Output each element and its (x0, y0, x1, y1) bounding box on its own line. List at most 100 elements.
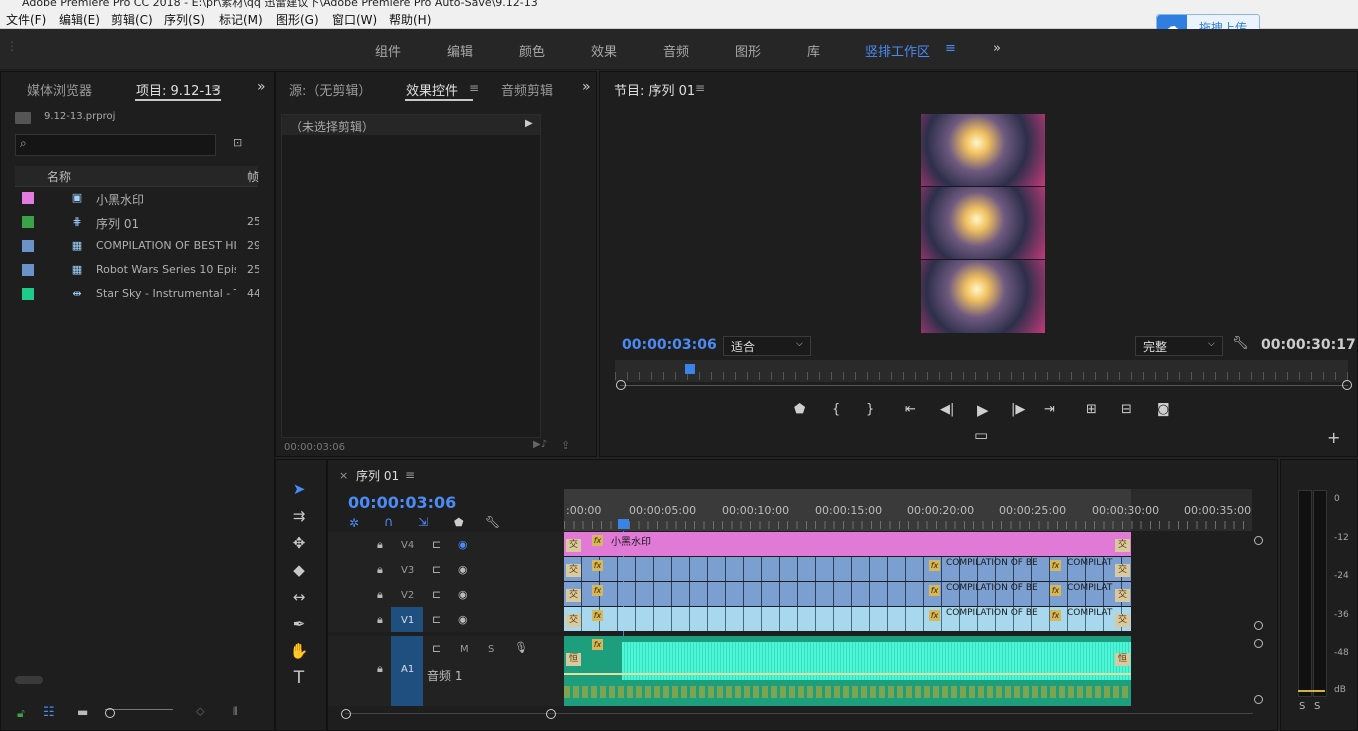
add-button-icon[interactable]: + (1327, 428, 1340, 447)
playhead[interactable] (618, 519, 629, 529)
list-item[interactable]: ⇹ Star Sky - Instrumental - Two 44 (15, 282, 259, 306)
zoom-slider-handle[interactable] (105, 708, 115, 718)
transition[interactable]: 交 (566, 614, 581, 627)
track-v3-clips[interactable]: fx fx COMPILATION OF BES fx COMPILAT 交 交 (564, 557, 1131, 581)
panel-menu-icon[interactable]: ≡ (469, 81, 479, 95)
hand-tool-icon[interactable]: ✋ (288, 640, 310, 662)
workspace-assembly[interactable]: 组件 (375, 41, 401, 60)
zoom-handle-right[interactable] (546, 709, 556, 719)
list-item[interactable]: ▦ COMPILATION OF BEST HIT 29 (15, 234, 259, 258)
volume-line[interactable] (564, 673, 1131, 675)
column-frame-rate[interactable]: 帧 (247, 168, 259, 185)
icon-view-icon[interactable]: ▬ (77, 705, 88, 719)
transition[interactable]: 交 (566, 564, 581, 577)
razor-tool-icon[interactable]: ◆ (288, 559, 310, 581)
solo-button[interactable]: S (488, 644, 494, 655)
audio-transition[interactable]: 恒 (1115, 653, 1130, 666)
lock-icon[interactable]: 🔒︎ (377, 588, 383, 602)
search-input[interactable]: ⌕ (15, 134, 216, 156)
automate-icon[interactable]: ⫴ (233, 705, 238, 719)
lock-icon[interactable]: 🔒︎ (377, 563, 383, 577)
transition[interactable]: 交 (1115, 539, 1130, 552)
slip-tool-icon[interactable]: ↔ (288, 586, 310, 608)
pen-tool-icon[interactable]: ✒ (288, 613, 310, 635)
list-item[interactable]: ▣ 小黑水印 (15, 186, 258, 210)
sync-lock-icon[interactable]: ⊏ (432, 642, 441, 655)
zoom-select[interactable]: 适合 ⌵ (723, 336, 811, 356)
zoom-handle-left[interactable] (616, 380, 626, 390)
eye-icon[interactable]: ◉ (458, 613, 468, 626)
workspace-menu-icon[interactable]: ≡ (945, 41, 956, 56)
timeline-timecode[interactable]: 00:00:03:06 (348, 493, 456, 512)
list-view-icon[interactable]: ☷ (43, 705, 55, 720)
selection-tool-icon[interactable]: ➤ (288, 478, 310, 500)
sync-lock-icon[interactable]: ⊏ (432, 563, 441, 576)
tab-effect-controls[interactable]: 效果控件 (406, 80, 458, 99)
type-tool-icon[interactable]: T (288, 667, 310, 689)
zoom-slider[interactable] (105, 709, 173, 710)
menu-sequence[interactable]: 序列(S) (164, 11, 205, 28)
workspace-effects[interactable]: 效果 (591, 41, 617, 60)
wrench-icon[interactable]: 🔧︎ (485, 515, 500, 529)
go-to-out-icon[interactable]: ⇥ (1044, 402, 1055, 417)
track-v2-clips[interactable]: fx fx COMPILATION OF BES fx COMPILAT 交 交 (564, 582, 1131, 606)
menu-graphics[interactable]: 图形(G) (276, 11, 319, 28)
ripple-edit-tool-icon[interactable]: ✥ (288, 532, 310, 554)
safe-margins-icon[interactable]: ▭ (974, 426, 988, 444)
more-panels-icon[interactable]: » (582, 79, 591, 95)
column-name[interactable]: 名称 (47, 168, 71, 185)
close-icon[interactable]: × (339, 469, 348, 482)
step-forward-icon[interactable]: |▶ (1011, 402, 1025, 417)
mark-in-icon[interactable]: { (832, 402, 840, 417)
workspace-graphics[interactable]: 图形 (735, 41, 761, 60)
menu-clip[interactable]: 剪辑(C) (111, 11, 153, 28)
quality-select[interactable]: 完整 ⌵ (1135, 336, 1223, 356)
tab-project[interactable]: 项目: 9.12-13 (136, 80, 221, 99)
transition[interactable]: 交 (566, 539, 581, 552)
menu-marker[interactable]: 标记(M) (219, 11, 263, 28)
tab-media-browser[interactable]: 媒体浏览器 (27, 80, 92, 99)
wrench-icon[interactable]: 🔧︎ (1232, 336, 1249, 351)
new-bin-icon[interactable]: ⊡ (233, 136, 242, 149)
step-back-icon[interactable]: ◀| (940, 402, 954, 417)
workspace-audio[interactable]: 音频 (663, 41, 689, 60)
menu-help[interactable]: 帮助(H) (389, 11, 431, 28)
export-icon[interactable]: ⇪ (561, 439, 570, 452)
transition[interactable]: 交 (566, 589, 581, 602)
list-item[interactable]: ⋕ 序列 01 25 (15, 210, 259, 234)
eye-icon[interactable]: ◉ (458, 588, 468, 601)
more-panels-icon[interactable]: » (257, 79, 266, 95)
expand-arrow-icon[interactable]: ▶ (525, 118, 533, 129)
workspace-color[interactable]: 颜色 (519, 41, 545, 60)
panel-menu-icon[interactable]: ≡ (405, 468, 415, 482)
track-select-tool-icon[interactable]: ⇉ (288, 505, 310, 527)
eye-hidden-icon[interactable]: ◉ (458, 538, 468, 551)
menu-file[interactable]: 文件(F) (6, 11, 46, 28)
microphone-icon[interactable]: 🎙︎ (514, 641, 528, 654)
sync-lock-icon[interactable]: ⊏ (432, 588, 441, 601)
transition[interactable]: 交 (1115, 614, 1130, 627)
program-timecode[interactable]: 00:00:03:06 (622, 337, 717, 353)
lock-icon[interactable]: 🔒︎ (377, 538, 383, 552)
add-marker-icon[interactable]: ⬟ (454, 516, 464, 529)
add-marker-icon[interactable]: ⬟ (794, 402, 805, 417)
video-scroll-handle[interactable] (1254, 536, 1263, 545)
nest-icon[interactable]: ✲ (349, 516, 359, 530)
go-to-in-icon[interactable]: ⇤ (905, 402, 916, 417)
audio-scroll-handle[interactable] (1254, 695, 1263, 704)
video-scroll-handle[interactable] (1254, 621, 1263, 630)
zoom-scrollbar[interactable] (620, 385, 1348, 386)
mark-out-icon[interactable]: } (866, 402, 874, 417)
workspace-libraries[interactable]: 库 (807, 41, 820, 60)
extract-icon[interactable]: ⊟ (1121, 402, 1132, 417)
program-title[interactable]: 节目: 序列 01 (614, 80, 695, 99)
workspace-vertical[interactable]: 竖排工作区 (865, 41, 930, 60)
linked-selection-icon[interactable]: ⇲ (418, 515, 428, 529)
audio-clip[interactable]: fx 恒 恒 (564, 636, 1131, 706)
sync-lock-icon[interactable]: ⊏ (432, 613, 441, 626)
camera-icon[interactable]: ◙ (1157, 402, 1170, 417)
lock-icon[interactable]: 🔓︎ (17, 706, 25, 721)
clip-watermark[interactable]: fx 小黑水印 交 交 (564, 532, 1131, 556)
playhead[interactable] (685, 364, 695, 374)
more-workspaces-icon[interactable]: » (993, 41, 1001, 56)
